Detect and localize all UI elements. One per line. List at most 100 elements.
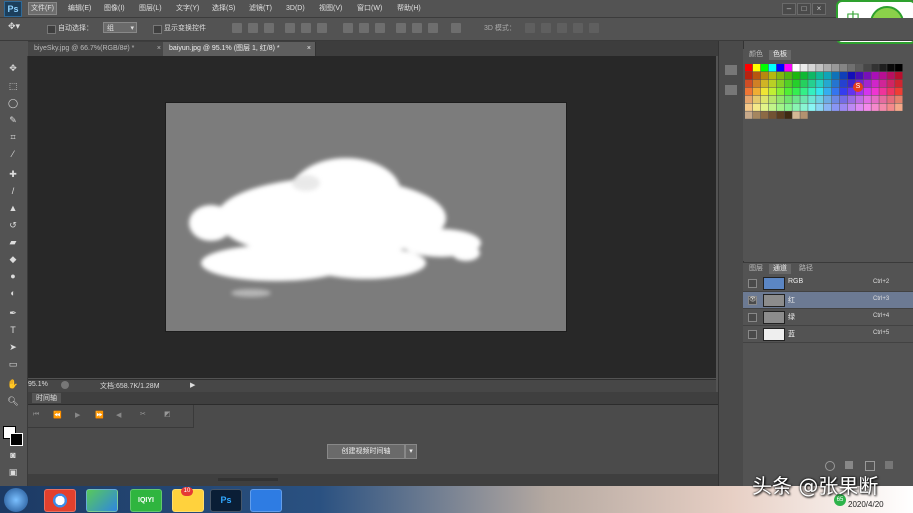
screen-mode-icon[interactable]: ▣ <box>6 466 20 479</box>
tab-bluesky[interactable]: biyeSky.jpg @ 66.7%(RGB/8#) * × <box>28 42 166 56</box>
clock-date[interactable]: 2020/4/20 <box>848 500 884 509</box>
swatch[interactable] <box>792 71 800 80</box>
3d-roll-icon[interactable] <box>541 23 551 33</box>
swatch[interactable] <box>855 103 863 111</box>
brush-tool-icon[interactable]: / <box>6 185 20 198</box>
swatch[interactable] <box>808 64 816 72</box>
eye-icon[interactable] <box>748 330 757 339</box>
swatch[interactable] <box>816 79 824 88</box>
swatch[interactable] <box>752 95 761 103</box>
3d-slide-icon[interactable] <box>573 23 583 33</box>
blur-tool-icon[interactable]: ● <box>6 270 20 283</box>
audio-icon[interactable]: ◀ <box>116 411 121 419</box>
menu-help[interactable]: 帮助(H) <box>395 3 423 14</box>
swatch[interactable] <box>895 79 903 88</box>
swatch[interactable] <box>839 95 848 103</box>
swatch[interactable] <box>784 111 792 119</box>
eye-icon[interactable]: 👁 <box>748 296 757 305</box>
swatch[interactable] <box>784 103 792 111</box>
swatch[interactable] <box>887 71 895 80</box>
swatch[interactable] <box>800 64 808 72</box>
align-hcenter-icon[interactable] <box>301 23 311 33</box>
swatch[interactable] <box>847 64 856 72</box>
3d-rotate-icon[interactable] <box>525 23 535 33</box>
swatch[interactable] <box>824 87 832 96</box>
swatch[interactable] <box>855 71 863 80</box>
swatch[interactable] <box>808 71 816 80</box>
share-icon[interactable] <box>61 381 69 389</box>
swatch[interactable] <box>863 87 871 96</box>
swatch[interactable] <box>792 64 800 72</box>
triangle-right-icon[interactable]: ▶ <box>190 381 195 389</box>
swatch[interactable] <box>800 103 808 111</box>
swatch[interactable] <box>839 79 848 88</box>
swatch[interactable] <box>768 95 777 103</box>
swatch[interactable] <box>847 95 856 103</box>
create-video-timeline-button[interactable]: 创建视频时间轴 <box>327 444 405 459</box>
prev-frame-icon[interactable]: ⏪ <box>53 411 62 419</box>
swatch[interactable] <box>895 95 903 103</box>
swatch[interactable] <box>745 95 753 103</box>
swatch[interactable] <box>871 64 879 72</box>
swatch[interactable] <box>847 103 856 111</box>
swatch-grid[interactable] <box>745 64 903 120</box>
swatch[interactable] <box>863 103 871 111</box>
swatch[interactable] <box>800 95 808 103</box>
swatch[interactable] <box>752 103 761 111</box>
swatch[interactable] <box>752 79 761 88</box>
swatch[interactable] <box>839 87 848 96</box>
channel-row-blue[interactable]: 蓝 Ctrl+5 <box>743 326 913 343</box>
swatch[interactable] <box>808 103 816 111</box>
swatch[interactable] <box>816 95 824 103</box>
pen-tool-icon[interactable]: ✒ <box>6 307 20 320</box>
save-selection-icon[interactable] <box>845 461 853 469</box>
swatch[interactable] <box>760 79 769 88</box>
dodge-tool-icon[interactable]: ◐ <box>6 287 20 300</box>
auto-select-checkbox[interactable] <box>47 25 56 34</box>
eye-icon[interactable] <box>748 279 757 288</box>
swatch[interactable] <box>871 71 879 80</box>
swatch[interactable] <box>831 103 840 111</box>
swatch[interactable] <box>824 79 832 88</box>
history-brush-icon[interactable]: ↺ <box>6 219 20 232</box>
swatch[interactable] <box>831 79 840 88</box>
swatch[interactable] <box>816 87 824 96</box>
swatch[interactable] <box>808 79 816 88</box>
close-icon[interactable]: × <box>307 42 311 56</box>
swatch[interactable] <box>784 87 792 96</box>
swatch[interactable] <box>768 103 777 111</box>
sogou-icon[interactable]: S <box>853 82 863 92</box>
swatch[interactable] <box>745 64 753 72</box>
clone-stamp-icon[interactable]: ▲ <box>6 202 20 215</box>
swatch[interactable] <box>752 64 761 72</box>
chevron-down-icon[interactable]: ▾ <box>405 444 417 459</box>
next-frame-icon[interactable]: ⏩ <box>95 411 104 419</box>
swatch[interactable] <box>792 79 800 88</box>
swatch[interactable] <box>887 87 895 96</box>
align-top-icon[interactable] <box>232 23 242 33</box>
swatch[interactable] <box>776 95 784 103</box>
auto-select-dropdown[interactable]: 组 ▾ <box>103 22 137 33</box>
close-icon[interactable]: × <box>157 42 161 56</box>
swatch[interactable] <box>752 111 761 119</box>
swatch[interactable] <box>824 95 832 103</box>
menu-3d[interactable]: 3D(D) <box>284 3 307 14</box>
swatch[interactable] <box>768 71 777 80</box>
swatch[interactable] <box>768 79 777 88</box>
channel-row-green[interactable]: 绿 Ctrl+4 <box>743 309 913 326</box>
menu-view[interactable]: 视图(V) <box>317 3 344 14</box>
swatch[interactable] <box>745 79 753 88</box>
swatch[interactable] <box>831 64 840 72</box>
swatch[interactable] <box>871 79 879 88</box>
menu-edit[interactable]: 编辑(E) <box>66 3 93 14</box>
swatch[interactable] <box>776 103 784 111</box>
swatch[interactable] <box>863 71 871 80</box>
swatch[interactable] <box>831 95 840 103</box>
tab-color[interactable]: 颜色 <box>745 50 767 60</box>
distribute-right-icon[interactable] <box>428 23 438 33</box>
properties-panel-icon[interactable] <box>725 85 737 95</box>
swatch[interactable] <box>768 111 777 119</box>
swatch[interactable] <box>816 71 824 80</box>
path-select-icon[interactable]: ➤ <box>6 341 20 354</box>
swatch[interactable] <box>879 103 887 111</box>
